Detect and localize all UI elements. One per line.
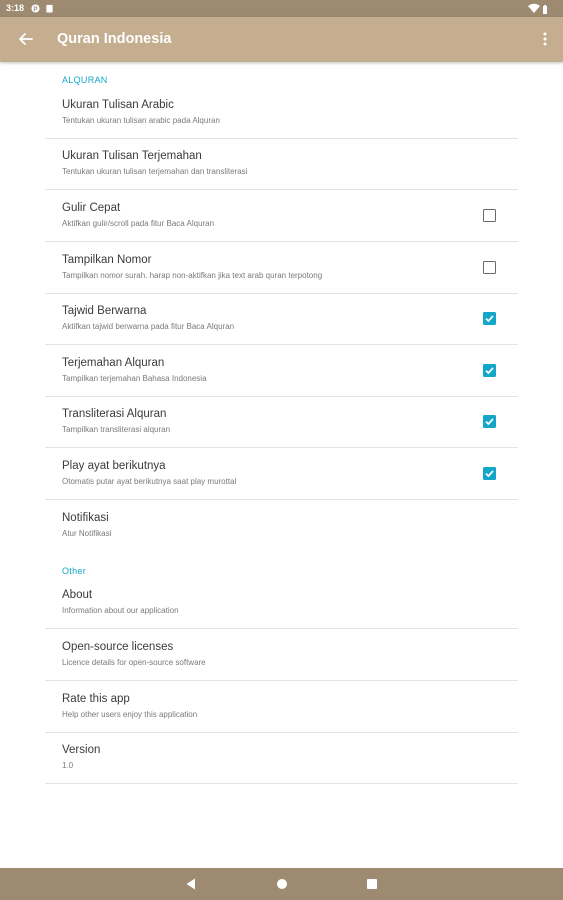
notification-icon: P: [31, 4, 40, 13]
pref-title: Open-source licenses: [62, 641, 174, 653]
status-time: 3:18: [6, 3, 25, 13]
pref-version[interactable]: Version 1.0: [45, 733, 518, 784]
system-nav-bar: [0, 868, 563, 900]
pref-colored-tajwid[interactable]: Tajwid Berwarna Aktifkan tajwid berwarna…: [45, 294, 518, 345]
pref-summary: Licence details for open-source software: [62, 658, 206, 667]
check-icon: [485, 315, 494, 323]
pref-fast-scroll[interactable]: Gulir Cepat Aktifkan gulir/scroll pada f…: [45, 191, 518, 242]
pref-about[interactable]: About Information about our application: [45, 578, 518, 629]
settings-list: ALQURAN Ukuran Tulisan Arabic Tentukan u…: [0, 62, 563, 868]
svg-text:P: P: [33, 6, 37, 13]
quran-transliteration-checkbox[interactable]: [483, 415, 496, 428]
pref-summary: 1.0: [62, 761, 74, 770]
battery-icon: [543, 6, 547, 14]
pref-summary: Atur Notifikasi: [62, 529, 112, 538]
fast-scroll-checkbox[interactable]: [483, 209, 496, 222]
pref-summary: Otomatis putar ayat berikutnya saat play…: [62, 477, 237, 486]
pref-summary: Tampilkan transliterasi alquran: [62, 425, 171, 434]
pref-title: Ukuran Tulisan Arabic: [62, 99, 174, 111]
pref-summary: Aktifkan tajwid berwarna pada fitur Baca…: [62, 322, 235, 331]
recents-square-icon[interactable]: [362, 874, 382, 894]
pref-summary: Tentukan ukuran tulisan terjemahan dan t…: [62, 167, 248, 176]
show-number-checkbox[interactable]: [483, 261, 496, 274]
pref-summary: Tampilkan nomor surah. harap non-aktifka…: [62, 271, 323, 280]
wifi-icon: [528, 3, 540, 13]
pref-title: Rate this app: [62, 693, 130, 705]
app-bar: Quran Indonesia: [0, 17, 563, 62]
pref-translation-font-size[interactable]: Ukuran Tulisan Terjemahan Tentukan ukura…: [45, 139, 518, 190]
wifi-battery-icons: [528, 3, 547, 14]
pref-summary: Help other users enjoy this application: [62, 710, 198, 719]
clipboard-icon: [46, 4, 53, 13]
pref-summary: Information about our application: [62, 606, 179, 615]
pref-play-next-ayat[interactable]: Play ayat berikutnya Otomatis putar ayat…: [45, 449, 518, 500]
pref-title: Version: [62, 744, 101, 756]
pref-summary: Aktifkan gulir/scroll pada fitur Baca Al…: [62, 219, 215, 228]
status-bar: 3:18 P: [0, 0, 563, 17]
pref-title: Transliterasi Alquran: [62, 408, 167, 420]
pref-quran-translation[interactable]: Terjemahan Alquran Tampilkan terjemahan …: [45, 346, 518, 397]
back-arrow-icon[interactable]: [12, 25, 40, 53]
pref-title: Tajwid Berwarna: [62, 305, 147, 317]
more-vertical-icon[interactable]: [539, 26, 551, 52]
pref-show-number[interactable]: Tampilkan Nomor Tampilkan nomor surah. h…: [45, 243, 518, 294]
pref-arabic-font-size[interactable]: Ukuran Tulisan Arabic Tentukan ukuran tu…: [45, 88, 518, 139]
quran-translation-checkbox[interactable]: [483, 364, 496, 377]
category-alquran: ALQURAN: [62, 75, 108, 85]
pref-title: Gulir Cepat: [62, 202, 121, 214]
pref-title: Terjemahan Alquran: [62, 357, 165, 369]
category-other: Other: [62, 566, 87, 576]
pref-rate-app[interactable]: Rate this app Help other users enjoy thi…: [45, 682, 518, 733]
pref-summary: Tampilkan terjemahan Bahasa Indonesia: [62, 374, 207, 383]
pref-quran-transliteration[interactable]: Transliterasi Alquran Tampilkan translit…: [45, 397, 518, 448]
page-title: Quran Indonesia: [57, 31, 172, 47]
pref-title: About: [62, 589, 93, 601]
home-circle-icon[interactable]: [272, 874, 292, 894]
pref-open-source-licenses[interactable]: Open-source licenses Licence details for…: [45, 630, 518, 681]
check-icon: [485, 418, 494, 426]
pref-summary: Tentukan ukuran tulisan arabic pada Alqu…: [62, 116, 220, 125]
colored-tajwid-checkbox[interactable]: [483, 312, 496, 325]
pref-title: Ukuran Tulisan Terjemahan: [62, 150, 202, 162]
pref-title: Tampilkan Nomor: [62, 254, 152, 266]
check-icon: [485, 367, 494, 375]
check-icon: [485, 470, 494, 478]
pref-title: Play ayat berikutnya: [62, 460, 166, 472]
back-triangle-icon[interactable]: [181, 874, 201, 894]
pref-notification[interactable]: Notifikasi Atur Notifikasi: [45, 501, 518, 552]
pref-title: Notifikasi: [62, 512, 109, 524]
play-next-ayat-checkbox[interactable]: [483, 467, 496, 480]
